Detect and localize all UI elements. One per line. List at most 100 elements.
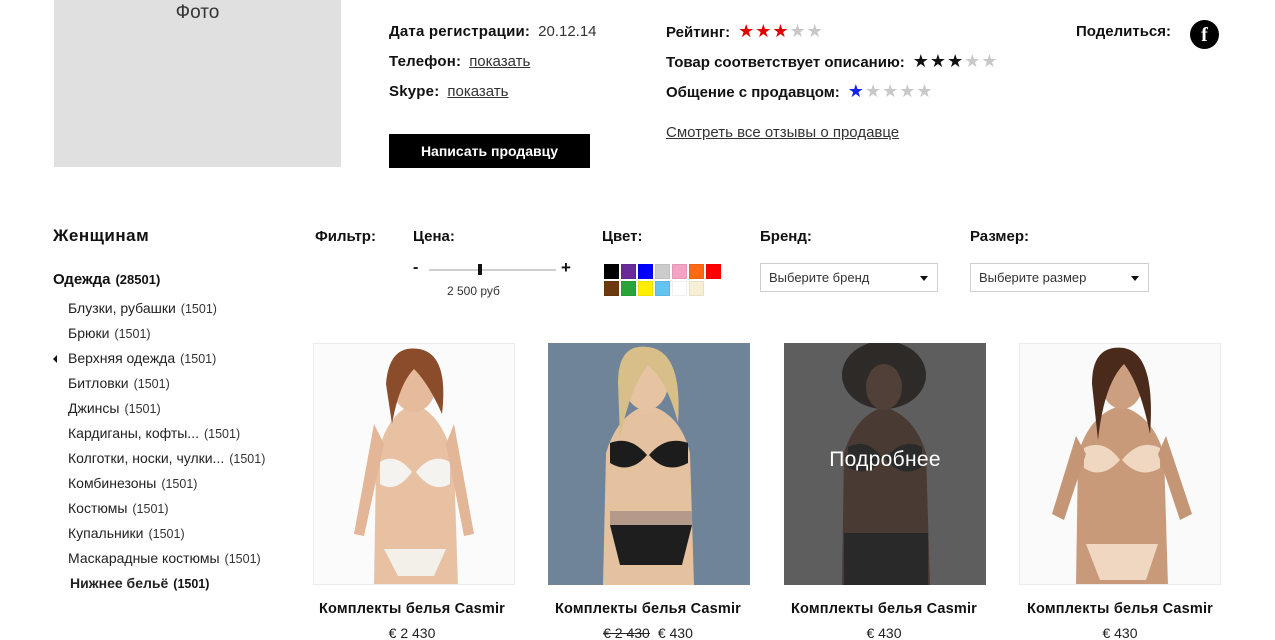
subcategory-item[interactable]: Кардиганы, кофты... (1501): [68, 425, 265, 450]
color-swatch[interactable]: [689, 281, 704, 296]
seller-photo: Фото: [54, 0, 341, 167]
subcategory-count: (1501): [133, 377, 170, 391]
subcategory-label: Верхняя одежда: [68, 350, 176, 366]
star-icon: ★: [806, 21, 824, 41]
star-icon: ★: [947, 51, 965, 71]
product-price: € 2 430: [294, 625, 530, 640]
star-icon: ★: [899, 81, 917, 101]
subcategory-count: (1501): [148, 527, 185, 541]
brand-filter-label: Бренд:: [760, 228, 812, 245]
color-swatch[interactable]: [672, 264, 687, 279]
color-swatch[interactable]: [621, 264, 636, 279]
chevron-down-icon: [1131, 276, 1139, 281]
color-swatch[interactable]: [638, 264, 653, 279]
price-current: € 430: [1102, 625, 1138, 640]
subcategory-count: (1501): [180, 352, 217, 366]
subcategory-count: (1501): [124, 402, 161, 416]
subcategory-label: Нижнее бельё: [70, 575, 169, 591]
skype-show-link[interactable]: показать: [447, 83, 508, 100]
product-title[interactable]: Комплекты белья Casmir: [766, 601, 1002, 617]
phone-label: Телефон:: [389, 53, 462, 70]
star-icon: ★: [882, 81, 900, 101]
price-slider-handle[interactable]: [477, 264, 482, 275]
product-title[interactable]: Комплекты белья Casmir: [294, 601, 530, 617]
price-old: € 2 430: [603, 625, 650, 640]
product-title[interactable]: Комплекты белья Casmir: [530, 601, 766, 617]
skype-label: Skype:: [389, 83, 440, 100]
subcategory-item[interactable]: Купальники (1501): [68, 525, 265, 550]
category-count: (28501): [115, 272, 161, 287]
subcategory-label: Битловки: [68, 375, 129, 391]
color-swatch[interactable]: [706, 264, 721, 279]
reg-date-value: 20.12.14: [538, 23, 597, 40]
subcategory-item[interactable]: Блузки, рубашки (1501): [68, 300, 265, 325]
price-minus-button[interactable]: -: [413, 259, 418, 277]
caret-left-icon: [53, 355, 57, 363]
product-image[interactable]: [548, 343, 750, 585]
subcategory-label: Колготки, носки, чулки...: [68, 450, 225, 466]
subcategory-label: Костюмы: [68, 500, 128, 516]
more-details-link[interactable]: Подробнее: [784, 448, 986, 472]
size-select-value: Выберите размер: [979, 270, 1087, 285]
subcategory-count: (1501): [132, 502, 169, 516]
size-select[interactable]: Выберите размер: [970, 263, 1149, 292]
color-swatch[interactable]: [621, 281, 636, 296]
color-swatch[interactable]: [672, 281, 687, 296]
seller-ratings: Рейтинг: ★★★★★ Товар соответствует описан…: [666, 21, 998, 111]
subcategory-item[interactable]: Комбинезоны (1501): [68, 475, 265, 500]
sidebar-title: Женщинам: [53, 226, 150, 245]
price-current: € 2 430: [388, 625, 436, 640]
subcategory-item[interactable]: Джинсы (1501): [68, 400, 265, 425]
subcategory-label: Брюки: [68, 325, 110, 341]
color-swatch[interactable]: [655, 264, 670, 279]
size-filter-label: Размер:: [970, 228, 1030, 245]
star-icon: ★: [772, 21, 790, 41]
product-price: € 2 430 € 430: [530, 625, 766, 640]
price-plus-button[interactable]: +: [561, 258, 571, 278]
subcategory-count: (1501): [114, 327, 151, 341]
write-seller-button[interactable]: Написать продавцу: [389, 134, 590, 168]
subcategory-label: Купальники: [68, 525, 144, 541]
product-image[interactable]: [1019, 343, 1221, 585]
price-slider[interactable]: - +: [413, 258, 573, 280]
price-current: € 430: [866, 625, 902, 640]
product-image[interactable]: [313, 343, 515, 585]
subcategory-item[interactable]: Маскарадные костюмы (1501): [68, 550, 265, 575]
star-icon: ★: [755, 21, 773, 41]
subcategory-count: (1501): [224, 552, 261, 566]
product-title[interactable]: Комплекты белья Casmir: [1002, 601, 1238, 617]
color-swatch[interactable]: [655, 281, 670, 296]
price-current: € 430: [657, 625, 693, 640]
star-icon: ★: [916, 81, 934, 101]
subcategory-count: (1501): [203, 427, 241, 441]
subcategory-label: Маскарадные костюмы: [68, 550, 220, 566]
star-icon: ★: [912, 51, 930, 71]
price-slider-track[interactable]: [429, 269, 556, 271]
subcategory-item[interactable]: Верхняя одежда (1501): [53, 350, 265, 375]
star-icon: ★: [929, 51, 948, 71]
subcategory-item[interactable]: Костюмы (1501): [68, 500, 265, 525]
product-image[interactable]: Подробнее: [784, 343, 986, 585]
description-rating-stars: ★★★★★: [913, 51, 999, 71]
price-filter-label: Цена:: [413, 228, 455, 245]
color-swatch[interactable]: [604, 281, 619, 296]
subcategory-item[interactable]: Нижнее бельё (1501): [70, 575, 265, 600]
description-rating-label: Товар соответствует описанию:: [666, 54, 905, 71]
product-photo-illustration: [314, 344, 514, 584]
subcategory-item[interactable]: Брюки (1501): [68, 325, 265, 350]
subcategory-item[interactable]: Битловки (1501): [68, 375, 265, 400]
share-label: Поделиться:: [1076, 23, 1172, 40]
facebook-icon[interactable]: f: [1190, 20, 1219, 49]
brand-select[interactable]: Выберите бренд: [760, 263, 938, 292]
color-swatch[interactable]: [689, 264, 704, 279]
subcategory-item[interactable]: Колготки, носки, чулки... (1501): [68, 450, 265, 475]
star-icon: ★: [789, 21, 807, 41]
category-clothing[interactable]: Одежда (28501): [53, 271, 160, 288]
rating-stars: ★★★★★: [738, 21, 824, 41]
color-swatch[interactable]: [638, 281, 653, 296]
color-swatch[interactable]: [604, 264, 619, 279]
all-reviews-link[interactable]: Смотреть все отзывы о продавце: [666, 124, 899, 141]
price-value: 2 500 руб: [447, 284, 500, 298]
phone-show-link[interactable]: показать: [469, 53, 530, 70]
seller-info: Дата регистрации: 20.12.14 Телефон: показа…: [389, 23, 597, 113]
